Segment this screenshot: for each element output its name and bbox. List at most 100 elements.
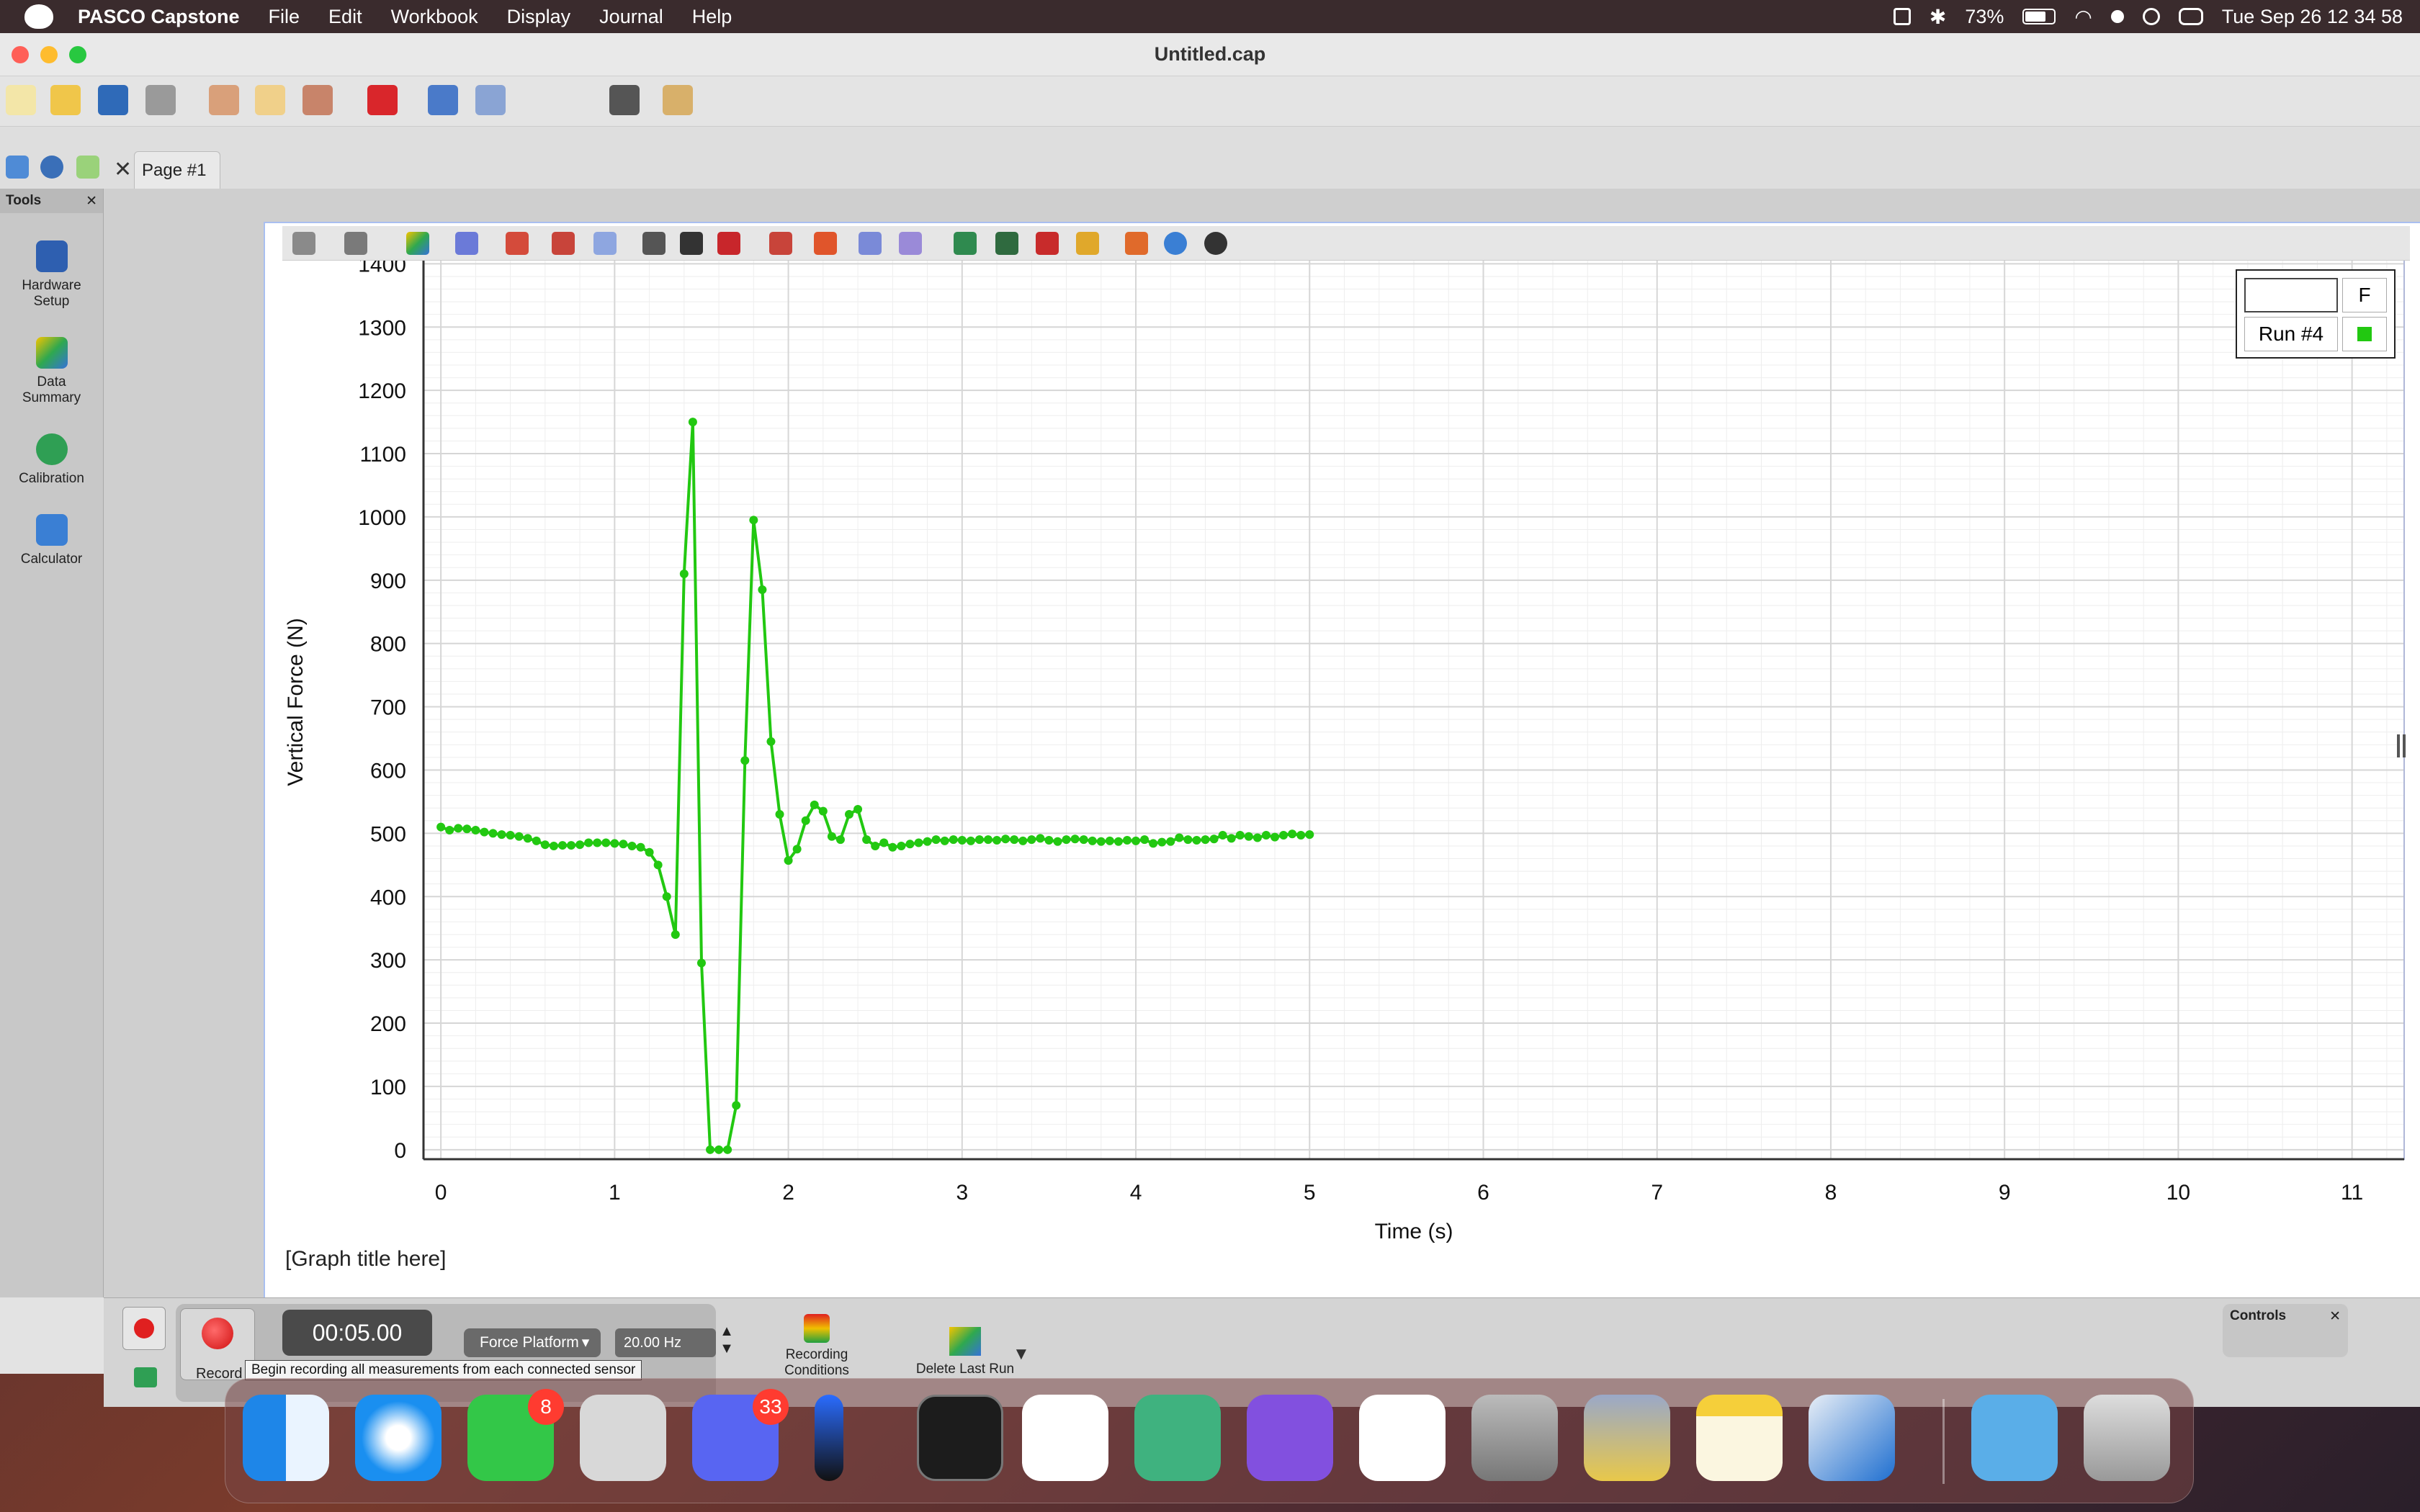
data-summary-icon	[35, 337, 68, 369]
crop-icon[interactable]	[995, 232, 1018, 255]
legend-run-label[interactable]: Run #4	[2244, 317, 2338, 351]
x-tick-label: 2	[782, 1181, 794, 1205]
new-file-icon[interactable]	[6, 85, 36, 115]
sidebar-item-label: Hardware	[22, 278, 81, 293]
data-point	[1062, 835, 1071, 845]
cut-icon[interactable]	[209, 85, 239, 115]
page-grid-icon[interactable]	[76, 156, 99, 179]
menu-edit[interactable]: Edit	[314, 6, 377, 28]
close-tools-icon[interactable]: ✕	[86, 193, 97, 209]
page-view-icon[interactable]	[6, 156, 29, 179]
tab-page-1[interactable]: Page #1	[134, 151, 220, 190]
spotlight-search-icon[interactable]	[2142, 8, 2160, 25]
graph-settings-icon[interactable]	[1164, 232, 1187, 255]
sidebar-item-calibration[interactable]: Calibration	[0, 433, 103, 487]
data-point	[879, 838, 889, 847]
messages-icon[interactable]: 8	[467, 1389, 564, 1481]
delete-options-chevron-icon[interactable]: ▼	[1013, 1344, 1030, 1364]
menu-clock[interactable]: Tue Sep 26 12 34 58	[2222, 6, 2403, 28]
safari-icon[interactable]	[355, 1395, 442, 1481]
atom-icon[interactable]	[1134, 1395, 1221, 1481]
copy-icon[interactable]	[255, 85, 285, 115]
close-controls-icon[interactable]: ✕	[2329, 1308, 2341, 1325]
page-settings-icon[interactable]	[40, 156, 63, 179]
data-point	[1096, 837, 1106, 846]
focus-dot-icon[interactable]	[2110, 10, 2124, 23]
downloads-folder-icon[interactable]	[1971, 1395, 2058, 1481]
sensor-select[interactable]: Force Platform ▾	[464, 1328, 601, 1357]
data-point	[888, 842, 897, 852]
remove-icon[interactable]	[1036, 232, 1059, 255]
sample-rate-field[interactable]: 20.00 Hz	[615, 1328, 716, 1357]
menu-journal[interactable]: Journal	[585, 6, 678, 28]
github-desktop-icon[interactable]	[1247, 1395, 1333, 1481]
pin-icon[interactable]	[1125, 232, 1148, 255]
bluetooth-icon[interactable]: ✱	[1930, 5, 1946, 29]
side-panel-handle-icon[interactable]	[2397, 734, 2406, 757]
timer-display[interactable]: 00:05.00	[282, 1310, 432, 1356]
curve-fit-icon[interactable]	[593, 232, 617, 255]
slope-tool-icon[interactable]	[680, 232, 703, 255]
undo-icon[interactable]	[428, 85, 458, 115]
annotation-icon[interactable]	[717, 232, 740, 255]
layout-icon[interactable]	[663, 85, 693, 115]
finder-icon[interactable]	[243, 1395, 329, 1481]
python-launcher-icon[interactable]	[1584, 1395, 1670, 1481]
add-plot-icon[interactable]	[859, 232, 882, 255]
sandbox-app-icon[interactable]	[1809, 1395, 1895, 1481]
coordinates-tool-icon[interactable]	[642, 232, 666, 255]
menu-app-name[interactable]: PASCO Capstone	[63, 6, 254, 28]
data-summary-tool-icon[interactable]	[406, 232, 429, 255]
visibility-eye-icon[interactable]	[1204, 232, 1227, 255]
sensor-icon[interactable]	[134, 1367, 157, 1387]
graph-display[interactable]: 0 1 2 3 4 5 6 7 8 9 10 11 0 100 200 300 400 500 600 700 800 9…	[264, 222, 2420, 1308]
overlay-icon[interactable]	[1076, 232, 1099, 255]
menu-workbook[interactable]: Workbook	[377, 6, 493, 28]
wifi-icon[interactable]: ◠	[2074, 5, 2092, 29]
redo-icon[interactable]	[475, 85, 506, 115]
prediction-icon[interactable]	[814, 232, 837, 255]
trash-icon[interactable]	[2084, 1395, 2170, 1481]
delete-icon[interactable]	[367, 85, 398, 115]
sidebar-item-hardware-setup[interactable]: Hardware Setup	[0, 240, 103, 310]
statistics-sigma-icon[interactable]	[506, 232, 529, 255]
close-tab-icon[interactable]: ✕	[114, 157, 132, 182]
plot-style-icon[interactable]	[769, 232, 792, 255]
graph-layout-icon[interactable]	[344, 232, 367, 255]
paste-icon[interactable]	[302, 85, 333, 115]
highlight-icon[interactable]	[455, 232, 478, 255]
add-y-axis-icon[interactable]	[899, 232, 922, 255]
disk-utility-icon[interactable]	[580, 1395, 666, 1481]
area-icon[interactable]	[552, 232, 575, 255]
menu-display[interactable]: Display	[493, 6, 586, 28]
graph-title-placeholder[interactable]: [Graph title here]	[285, 1247, 446, 1272]
print-icon[interactable]	[145, 85, 176, 115]
scale-to-fit-icon[interactable]	[954, 232, 977, 255]
database-icon[interactable]	[1471, 1395, 1558, 1481]
tasks-check-icon[interactable]	[1359, 1395, 1446, 1481]
sidebar-item-calculator[interactable]: Calculator	[0, 514, 103, 567]
terminal-icon[interactable]	[917, 1395, 1003, 1481]
legend-run-swatch[interactable]	[2342, 317, 2387, 351]
record-mode-button[interactable]	[122, 1307, 166, 1350]
discord-icon[interactable]: 33	[692, 1389, 789, 1481]
menu-file[interactable]: File	[254, 6, 315, 28]
menu-help[interactable]: Help	[678, 6, 747, 28]
control-center-icon[interactable]	[2178, 8, 2203, 25]
data-point	[923, 837, 932, 846]
rate-stepper[interactable]: ▲ ▼	[714, 1323, 739, 1362]
open-folder-icon[interactable]	[50, 85, 81, 115]
sidebar-item-data-summary[interactable]: Data Summary	[0, 337, 103, 406]
battery-icon[interactable]	[2022, 9, 2056, 24]
select-measurement-icon[interactable]	[292, 232, 315, 255]
force-time-graph[interactable]: 0 1 2 3 4 5 6 7 8 9 10 11 0 100 200 300 400 500 600 700 800 9…	[265, 223, 2420, 1306]
geogebra-icon[interactable]	[1022, 1395, 1108, 1481]
camera-icon[interactable]	[609, 85, 640, 115]
audio-meter-icon[interactable]	[815, 1395, 843, 1481]
mute-icon[interactable]	[1893, 8, 1911, 25]
save-icon[interactable]	[98, 85, 128, 115]
data-point	[1270, 832, 1280, 842]
data-point	[1113, 837, 1123, 846]
notes-icon[interactable]	[1696, 1395, 1783, 1481]
apple-menu-icon[interactable]	[24, 4, 53, 29]
